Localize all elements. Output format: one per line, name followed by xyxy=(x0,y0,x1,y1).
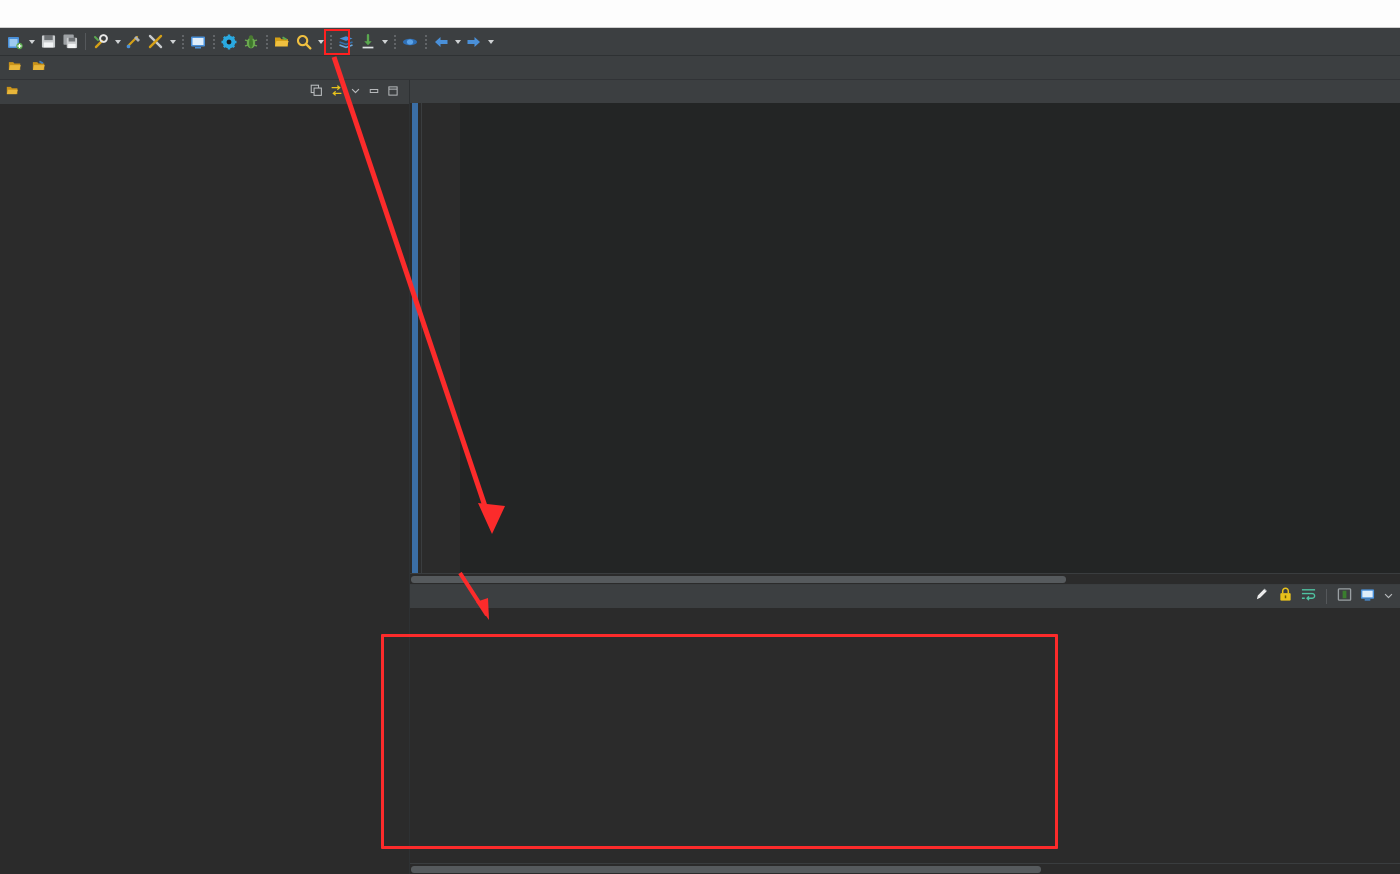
console-log[interactable] xyxy=(410,630,1400,863)
search-icon[interactable] xyxy=(294,32,314,52)
ide-window xyxy=(0,0,1400,874)
settings-icon[interactable] xyxy=(219,32,239,52)
editor-and-console xyxy=(410,80,1400,874)
menu-bar xyxy=(0,0,1400,28)
collapse-all-icon[interactable] xyxy=(310,84,323,100)
new-project-caret[interactable] xyxy=(26,32,37,52)
download-icon[interactable] xyxy=(358,32,378,52)
project-tree[interactable] xyxy=(0,104,409,874)
word-wrap-icon[interactable] xyxy=(1301,587,1316,607)
project-explorer-panel xyxy=(0,80,410,874)
terminate-icon[interactable] xyxy=(1337,587,1352,607)
editor-horizontal-scrollbar[interactable] xyxy=(410,573,1400,584)
display-console-icon[interactable] xyxy=(1360,587,1375,607)
view-menu-icon[interactable] xyxy=(350,85,361,99)
forward-icon[interactable] xyxy=(464,32,484,52)
project-icon xyxy=(32,59,46,76)
open-folder-icon[interactable] xyxy=(272,32,292,52)
download-button-highlight xyxy=(324,29,350,55)
console-name xyxy=(410,608,1400,630)
main-toolbar xyxy=(0,28,1400,56)
breadcrumb xyxy=(0,56,1400,80)
maximize-icon[interactable] xyxy=(387,85,399,100)
editor-marker-gutter xyxy=(410,103,422,573)
clear-console-icon[interactable] xyxy=(1255,587,1270,607)
lock-scroll-icon[interactable] xyxy=(1278,587,1293,607)
back-icon[interactable] xyxy=(431,32,451,52)
console-panel xyxy=(410,584,1400,874)
build-configure-icon[interactable] xyxy=(146,32,166,52)
run-last-tool-icon[interactable] xyxy=(124,32,144,52)
download-caret[interactable] xyxy=(379,32,390,52)
line-number-gutter xyxy=(422,103,460,573)
main-area xyxy=(0,80,1400,874)
debug-icon[interactable] xyxy=(241,32,261,52)
editor-tab-bar xyxy=(410,80,1400,103)
project-explorer-icon xyxy=(6,84,19,100)
code-content[interactable] xyxy=(460,103,1400,573)
link-with-editor-icon[interactable] xyxy=(330,84,343,100)
folder-icon xyxy=(8,59,22,76)
code-editor[interactable] xyxy=(410,103,1400,573)
project-explorer-header xyxy=(0,80,409,104)
open-console-icon[interactable] xyxy=(188,32,208,52)
save-icon[interactable] xyxy=(38,32,58,52)
console-tab-bar xyxy=(410,585,1400,608)
console-horizontal-scrollbar[interactable] xyxy=(410,863,1400,874)
console-actions xyxy=(1255,587,1400,607)
build-icon[interactable] xyxy=(91,32,111,52)
console-menu-caret[interactable] xyxy=(1383,588,1394,606)
build-configure-caret[interactable] xyxy=(167,32,178,52)
new-project-icon[interactable] xyxy=(5,32,25,52)
back-caret[interactable] xyxy=(452,32,463,52)
minimize-icon[interactable] xyxy=(368,85,380,100)
forward-caret[interactable] xyxy=(485,32,496,52)
build-caret[interactable] xyxy=(112,32,123,52)
save-all-icon[interactable] xyxy=(60,32,80,52)
link-icon[interactable] xyxy=(400,32,420,52)
